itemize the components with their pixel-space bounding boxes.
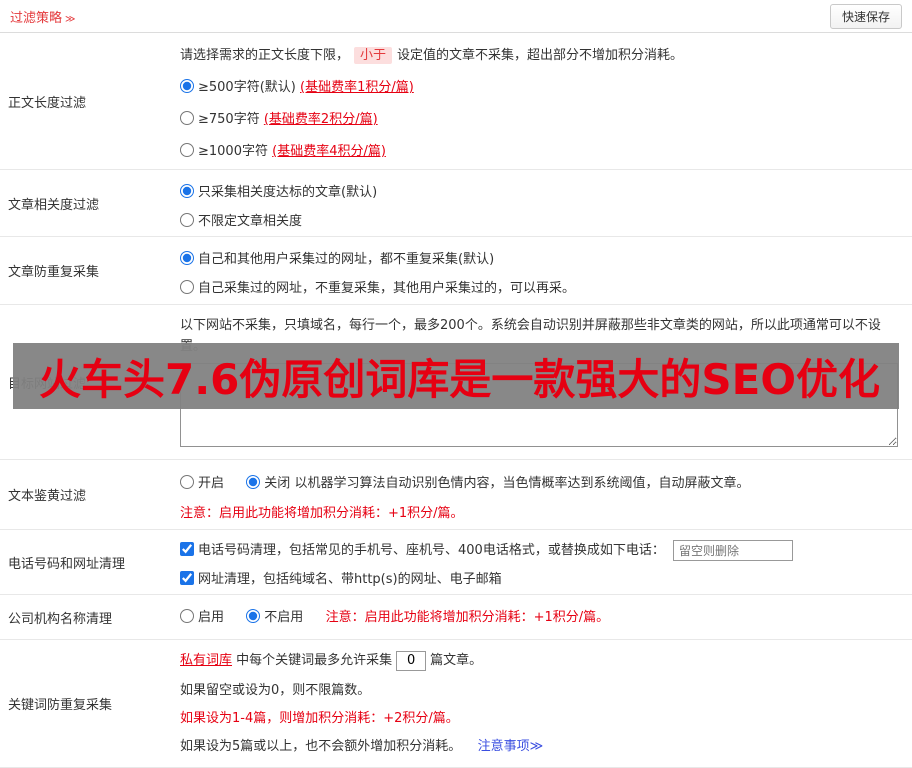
length-option-750[interactable]: ≥750字符 (基础费率2积分/篇) bbox=[180, 109, 898, 130]
porn-option-off[interactable]: 关闭 bbox=[246, 475, 294, 491]
radio-relevance-strict[interactable] bbox=[180, 184, 194, 198]
company-option-on[interactable]: 启用 bbox=[180, 609, 228, 625]
row-dedup-filter: 文章防重复采集 自己和其他用户采集过的网址，都不重复采集(默认) 自己采集过的网… bbox=[0, 237, 912, 305]
porn-option-on[interactable]: 开启 bbox=[180, 475, 228, 491]
line1-mid-text: 中每个关键词最多允许采集 bbox=[236, 653, 393, 668]
intro-prefix: 请选择需求的正文长度下限， bbox=[180, 48, 350, 63]
body-length-intro: 请选择需求的正文长度下限， 小于 设定值的文章不采集，超出部分不增加积分消耗。 bbox=[180, 45, 898, 66]
phone-clean-line: 电话号码清理，包括常见的手机号、座机号、400电话格式，或替换成如下电话： bbox=[180, 539, 898, 563]
option-cost-note: (基础费率1积分/篇) bbox=[300, 80, 414, 95]
less-than-tag: 小于 bbox=[354, 47, 393, 64]
checkbox-url-clean[interactable] bbox=[180, 571, 194, 585]
row-company-clean: 公司机构名称清理 启用 不启用 注意：启用此功能将增加积分消耗：+1积分/篇。 bbox=[0, 595, 912, 640]
radio-company-on[interactable] bbox=[180, 609, 194, 623]
keyword-limit-line1: 私有词库 中每个关键词最多允许采集 篇文章。 bbox=[180, 649, 898, 673]
option-label: 开启 bbox=[198, 476, 225, 491]
row-label-phone-url: 电话号码和网址清理 bbox=[8, 556, 126, 572]
row-porn-filter: 文本鉴黄过滤 开启 关闭 以机器学习算法自动识别色情内容，当色情概率达到系统阈值… bbox=[0, 460, 912, 530]
radio-porn-on[interactable] bbox=[180, 475, 194, 489]
radio-porn-off[interactable] bbox=[246, 475, 261, 489]
replacement-phone-input[interactable] bbox=[672, 540, 793, 561]
option-label: 电话号码清理，包括常见的手机号、座机号、400电话格式，或替换成如下电话： bbox=[198, 543, 665, 558]
length-option-500[interactable]: ≥500字符(默认) (基础费率1积分/篇) bbox=[180, 77, 898, 98]
relevance-option-strict[interactable]: 只采集相关度达标的文章(默认) bbox=[180, 182, 898, 203]
dedup-option-global[interactable]: 自己和其他用户采集过的网址，都不重复采集(默认) bbox=[180, 249, 898, 270]
radio-length-750[interactable] bbox=[180, 111, 194, 125]
radio-company-off[interactable] bbox=[246, 609, 261, 623]
option-label: 启用 bbox=[198, 610, 225, 625]
option-label: ≥750字符 bbox=[198, 112, 260, 127]
row-label-keyword-limit: 关键词防重复采集 bbox=[8, 698, 113, 713]
radio-dedup-self[interactable] bbox=[180, 280, 194, 294]
option-label: 自己采集过的网址，不重复采集，其他用户采集过的，可以再采。 bbox=[198, 281, 576, 296]
option-label: 关闭 bbox=[264, 476, 291, 491]
header-bar: 过滤策略 ≫ 快速保存 bbox=[0, 0, 912, 33]
company-clean-options: 启用 不启用 注意：启用此功能将增加积分消耗：+1积分/篇。 bbox=[180, 607, 898, 628]
chevron-double-icon: ≫ bbox=[65, 13, 76, 25]
line1-suffix-text: 篇文章。 bbox=[430, 653, 483, 668]
radio-relevance-any[interactable] bbox=[180, 213, 194, 227]
url-clean-option[interactable]: 网址清理，包括纯域名、带http(s)的网址、电子邮箱 bbox=[180, 571, 502, 587]
company-option-off[interactable]: 不启用 bbox=[246, 609, 307, 625]
row-label-company-clean: 公司机构名称清理 bbox=[8, 611, 113, 627]
keyword-limit-line2: 如果留空或设为0，则不限篇数。 bbox=[180, 683, 371, 698]
row-label-porn-filter: 文本鉴黄过滤 bbox=[8, 489, 87, 504]
page-title: 过滤策略 ≫ bbox=[10, 7, 75, 26]
row-label-relevance: 文章相关度过滤 bbox=[8, 197, 100, 213]
row-relevance-filter: 文章相关度过滤 只采集相关度达标的文章(默认) 不限定文章相关度 bbox=[0, 170, 912, 237]
option-label: ≥500字符(默认) bbox=[198, 80, 296, 95]
porn-filter-cost-note: 注意：启用此功能将增加积分消耗：+1积分/篇。 bbox=[180, 506, 464, 521]
radio-length-1000[interactable] bbox=[180, 143, 194, 157]
phone-clean-option[interactable]: 电话号码清理，包括常见的手机号、座机号、400电话格式，或替换成如下电话： bbox=[180, 542, 669, 558]
notes-link[interactable]: 注意事项≫ bbox=[478, 739, 544, 754]
porn-filter-desc: 以机器学习算法自动识别色情内容，当色情概率达到系统阈值，自动屏蔽文章。 bbox=[294, 476, 750, 491]
option-cost-note: (基础费率2积分/篇) bbox=[263, 112, 378, 127]
max-articles-input[interactable] bbox=[396, 650, 427, 671]
option-label: 不启用 bbox=[264, 610, 304, 625]
line4-text: 如果设为5篇或以上，也不会额外增加积分消耗。 bbox=[180, 739, 462, 754]
option-cost-note: (基础费率4积分/篇) bbox=[272, 144, 386, 159]
row-phone-url-clean: 电话号码和网址清理 电话号码清理，包括常见的手机号、座机号、400电话格式，或替… bbox=[0, 530, 912, 595]
url-clean-line: 网址清理，包括纯域名、带http(s)的网址、电子邮箱 bbox=[180, 568, 898, 592]
keyword-limit-line4: 如果设为5篇或以上，也不会额外增加积分消耗。 注意事项≫ bbox=[180, 736, 898, 757]
private-thesaurus-link[interactable]: 私有词库 bbox=[180, 653, 232, 668]
row-label-body-length: 正文长度过滤 bbox=[8, 95, 87, 111]
porn-filter-options: 开启 关闭 以机器学习算法自动识别色情内容，当色情概率达到系统阈值，自动屏蔽文章… bbox=[180, 473, 898, 494]
quick-save-button[interactable]: 快速保存 bbox=[829, 3, 902, 29]
checkbox-phone-clean[interactable] bbox=[180, 542, 194, 556]
intro-suffix: 设定值的文章不采集，超出部分不增加积分消耗。 bbox=[397, 48, 684, 63]
row-body-length-filter: 正文长度过滤 请选择需求的正文长度下限， 小于 设定值的文章不采集，超出部分不增加积… bbox=[0, 33, 912, 170]
watermark-banner: 火车头7.6伪原创词库是一款强大的SEO优化 bbox=[13, 343, 899, 409]
option-label: 只采集相关度达标的文章(默认) bbox=[198, 185, 378, 200]
company-clean-cost-note: 注意：启用此功能将增加积分消耗：+1积分/篇。 bbox=[325, 610, 610, 625]
radio-dedup-global[interactable] bbox=[180, 251, 194, 265]
page-title-text: 过滤策略 bbox=[10, 10, 63, 26]
option-label: 自己和其他用户采集过的网址，都不重复采集(默认) bbox=[198, 252, 495, 267]
watermark-text: 火车头7.6伪原创词库是一款强大的SEO优化 bbox=[39, 354, 881, 404]
dedup-option-self[interactable]: 自己采集过的网址，不重复采集，其他用户采集过的，可以再采。 bbox=[180, 278, 898, 299]
relevance-option-any[interactable]: 不限定文章相关度 bbox=[180, 211, 898, 232]
length-option-1000[interactable]: ≥1000字符 (基础费率4积分/篇) bbox=[180, 141, 898, 162]
row-keyword-limit: 关键词防重复采集 私有词库 中每个关键词最多允许采集 篇文章。 如果留空或设为0，… bbox=[0, 640, 912, 768]
option-label: 不限定文章相关度 bbox=[198, 214, 303, 229]
option-label: ≥1000字符 bbox=[198, 144, 268, 159]
keyword-limit-cost-note: 如果设为1-4篇，则增加积分消耗：+2积分/篇。 bbox=[180, 711, 459, 726]
radio-length-500[interactable] bbox=[180, 79, 194, 93]
row-label-dedup: 文章防重复采集 bbox=[8, 265, 100, 280]
option-label: 网址清理，包括纯域名、带http(s)的网址、电子邮箱 bbox=[198, 572, 502, 587]
